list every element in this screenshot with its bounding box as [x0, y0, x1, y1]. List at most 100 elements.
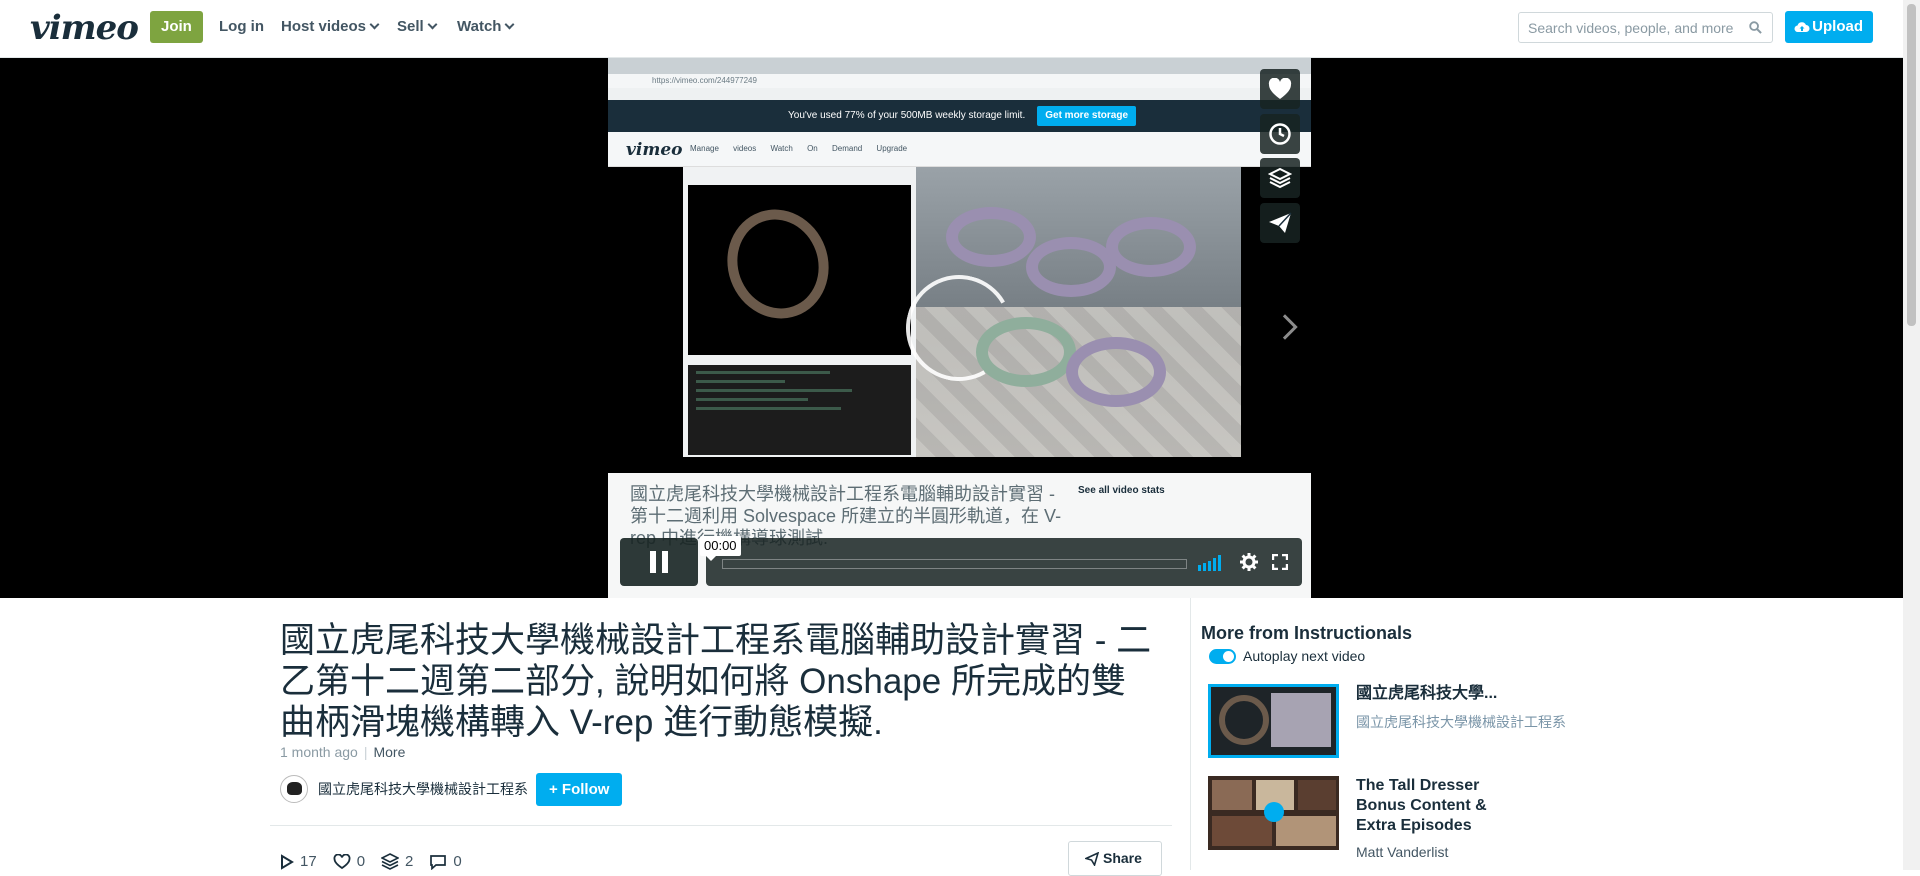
- share-button-player[interactable]: [1260, 203, 1300, 243]
- embedded-track-3: [1106, 217, 1196, 277]
- embedded-logo: vimeo: [626, 140, 683, 160]
- comments-count: 0: [453, 853, 462, 870]
- login-link[interactable]: Log in: [219, 18, 264, 35]
- chevron-down-icon: [369, 19, 380, 30]
- related-thumbnail[interactable]: [1208, 776, 1339, 850]
- pause-button[interactable]: [620, 538, 698, 586]
- paper-plane-icon: [1269, 212, 1292, 233]
- clip-title: 國立虎尾科技大學機械設計工程系電腦輔助設計實習 - 二乙第十二週第二部分, 說明…: [280, 621, 1152, 742]
- plays-count: 17: [300, 853, 317, 870]
- plays-stat[interactable]: 17: [280, 853, 317, 870]
- clock-icon: [1269, 123, 1291, 145]
- layers-icon: [1268, 167, 1292, 189]
- related-video-item[interactable]: The Tall Dresser Bonus Content & Extra E…: [1208, 776, 1586, 860]
- follow-button[interactable]: + Follow: [536, 772, 623, 806]
- related-owner[interactable]: 國立虎尾科技大學機械設計工程系: [1356, 712, 1586, 732]
- like-button[interactable]: [1260, 69, 1300, 109]
- comment-icon: [430, 854, 447, 870]
- join-button[interactable]: Join: [150, 11, 203, 43]
- collections-button[interactable]: [1260, 158, 1300, 198]
- host-videos-menu[interactable]: Host videos: [281, 18, 380, 35]
- watch-later-button[interactable]: [1260, 114, 1300, 154]
- top-nav: vimeo Join Log in Host videos Sell Watch…: [0, 0, 1903, 58]
- timecode-tooltip: 00:00: [700, 536, 741, 561]
- embedded-track-5: [1066, 337, 1166, 407]
- paper-plane-icon: [1085, 852, 1099, 866]
- thumb-panel: [1212, 816, 1272, 846]
- comments-stat[interactable]: 0: [429, 853, 462, 870]
- related-owner[interactable]: Matt Vanderlist: [1356, 844, 1586, 860]
- autoplay-toggle[interactable]: [1209, 648, 1236, 664]
- pause-bar-right: [662, 551, 668, 573]
- search-box: [1518, 12, 1773, 43]
- page-scrollbar[interactable]: [1903, 0, 1920, 870]
- posted-date: 1 month ago: [280, 744, 358, 760]
- likes-count: 0: [356, 853, 366, 870]
- video-player[interactable]: https://vimeo.com/244977249 You've used …: [0, 58, 1903, 598]
- watch-label: Watch: [457, 18, 502, 35]
- player-control-bar: [706, 538, 1302, 586]
- more-link[interactable]: More: [373, 744, 405, 760]
- sell-label: Sell: [397, 18, 424, 35]
- progress-bar[interactable]: [722, 559, 1187, 569]
- thumb-panel: [1212, 780, 1252, 810]
- embedded-track-1: [946, 207, 1036, 267]
- embedded-storage-banner: You've used 77% of your 500MB weekly sto…: [608, 100, 1311, 132]
- sidebar-heading[interactable]: More from Instructionals: [1201, 623, 1412, 644]
- embedded-cad-view: [688, 185, 911, 355]
- autoplay-row: Autoplay next video: [1209, 648, 1365, 664]
- owner-avatar[interactable]: [280, 775, 308, 803]
- pause-bar-left: [650, 551, 656, 573]
- thumb-shape: [1219, 695, 1269, 745]
- embedded-stats-link: See all video stats: [1078, 485, 1165, 496]
- owner-name[interactable]: 國立虎尾科技大學機械設計工程系: [318, 779, 528, 799]
- meta-separator: |: [363, 744, 368, 760]
- heart-icon: [1268, 78, 1292, 99]
- embedded-torus-shape: [712, 195, 844, 333]
- embedded-property-browser: [688, 365, 911, 455]
- play-badge-icon: [1264, 802, 1284, 822]
- settings-gear-icon[interactable]: [1240, 553, 1258, 571]
- embedded-bookmarks-bar: [608, 88, 1311, 100]
- clip-stats: 17 0 2 0: [280, 853, 478, 870]
- watch-menu[interactable]: Watch: [457, 18, 515, 35]
- upload-button[interactable]: Upload: [1785, 11, 1873, 43]
- collections-count: 2: [405, 853, 414, 870]
- share-label: Share: [1103, 850, 1142, 866]
- embedded-address-bar: https://vimeo.com/244977249: [608, 74, 1311, 88]
- related-video-item[interactable]: 國立虎尾科技大學... 國立虎尾科技大學機械設計工程系: [1208, 684, 1586, 758]
- thumb-scene: [1271, 693, 1331, 747]
- embedded-track-2: [1026, 237, 1116, 297]
- embedded-vimeo-header: vimeo Manage videos Watch On Demand Upgr…: [608, 132, 1311, 167]
- owner-row: 國立虎尾科技大學機械設計工程系 + Follow: [280, 772, 623, 806]
- embedded-browser-tabs: [608, 58, 1311, 74]
- cloud-upload-icon: [1794, 22, 1810, 33]
- embedded-storage-button: Get more storage: [1037, 106, 1137, 126]
- thumb-panel: [1276, 816, 1336, 846]
- fullscreen-icon[interactable]: [1272, 554, 1288, 570]
- collections-stat[interactable]: 2: [381, 853, 413, 870]
- embedded-storage-text: You've used 77% of your 500MB weekly sto…: [788, 110, 1026, 121]
- share-button[interactable]: Share: [1068, 841, 1162, 876]
- related-text: 國立虎尾科技大學... 國立虎尾科技大學機械設計工程系: [1356, 684, 1586, 758]
- sell-menu[interactable]: Sell: [397, 18, 438, 35]
- host-videos-label: Host videos: [281, 18, 367, 35]
- chevron-down-icon: [505, 19, 515, 30]
- search-icon[interactable]: [1749, 21, 1762, 34]
- embedded-menu: Manage videos Watch On Demand Upgrade: [690, 144, 908, 153]
- search-input[interactable]: [1528, 13, 1738, 42]
- scrollbar-thumb[interactable]: [1907, 4, 1916, 326]
- related-thumbnail[interactable]: [1208, 684, 1339, 758]
- play-icon: [281, 853, 294, 870]
- likes-stat[interactable]: 0: [333, 853, 365, 870]
- divider: [270, 825, 1172, 826]
- related-title[interactable]: The Tall Dresser Bonus Content & Extra E…: [1356, 776, 1496, 836]
- volume-icon[interactable]: [1198, 553, 1226, 571]
- related-text: The Tall Dresser Bonus Content & Extra E…: [1356, 776, 1586, 860]
- related-title[interactable]: 國立虎尾科技大學...: [1356, 684, 1586, 704]
- autoplay-label: Autoplay next video: [1243, 648, 1366, 664]
- heart-icon: [333, 853, 351, 869]
- thumb-panel: [1298, 780, 1336, 810]
- vimeo-logo[interactable]: vimeo: [30, 8, 139, 48]
- layers-icon: [381, 853, 400, 870]
